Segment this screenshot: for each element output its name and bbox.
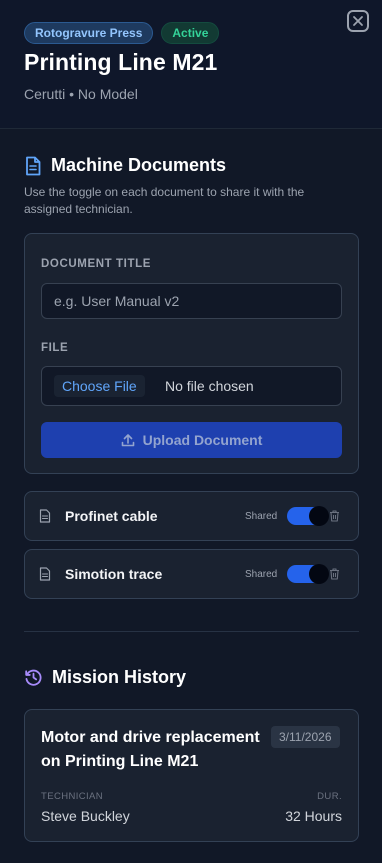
machine-type-badge: Rotogravure Press [24,22,154,44]
upload-icon [121,434,134,447]
machine-title: Printing Line M21 [24,49,218,75]
document-name: Profinet cable [65,508,158,524]
machine-subtitle: Cerutti • No Model [24,86,138,102]
trash-icon[interactable] [329,568,340,580]
file-icon [39,509,51,523]
mission-card[interactable]: Motor and drive replacement on Printing … [24,709,359,842]
file-icon [39,567,51,581]
mission-date-badge: 3/11/2026 [271,726,340,748]
document-item: Profinet cable Shared [24,491,359,541]
status-badge: Active [161,22,220,44]
documents-hint: Use the toggle on each document to share… [24,185,305,216]
share-toggle[interactable] [287,506,329,526]
history-section-title: Mission History [52,667,187,687]
share-toggle[interactable] [287,564,329,584]
history-section-header: Mission History [24,667,186,688]
document-name: Simotion trace [65,566,163,582]
choose-file-button[interactable]: Choose File [54,375,145,397]
document-title-input[interactable] [41,283,342,319]
duration-value: 32 Hours [285,808,342,824]
section-divider [24,631,359,632]
upload-document-button[interactable]: Upload Document [41,422,342,458]
shared-label: Shared [245,511,278,522]
duration-label: DUR. [317,791,342,802]
trash-icon[interactable] [329,510,340,522]
toggle-knob [309,564,329,584]
close-button[interactable] [347,10,369,32]
mission-title: Motor and drive replacement on Printing … [41,729,260,770]
technician-label: TECHNICIAN [41,791,104,802]
document-item: Simotion trace Shared [24,549,359,599]
toggle-knob [309,506,329,526]
shared-label: Shared [245,569,278,580]
document-icon [26,156,41,175]
file-label: FILE [41,342,69,354]
file-status-text: No file chosen [165,378,254,394]
badge-group: Rotogravure Press Active [24,22,220,44]
close-icon [353,16,363,26]
documents-section-title: Machine Documents [51,155,227,175]
file-input[interactable]: Choose File No file chosen [41,366,342,406]
documents-section-header: Machine Documents [24,155,226,176]
upload-form: DOCUMENT TITLE FILE Choose File No file … [24,233,359,474]
machine-header: Rotogravure Press Active Printing Line M… [0,0,382,129]
technician-name: Steve Buckley [41,808,130,824]
upload-button-label: Upload Document [142,432,263,448]
history-icon [25,669,42,686]
document-title-label: DOCUMENT TITLE [41,258,151,270]
